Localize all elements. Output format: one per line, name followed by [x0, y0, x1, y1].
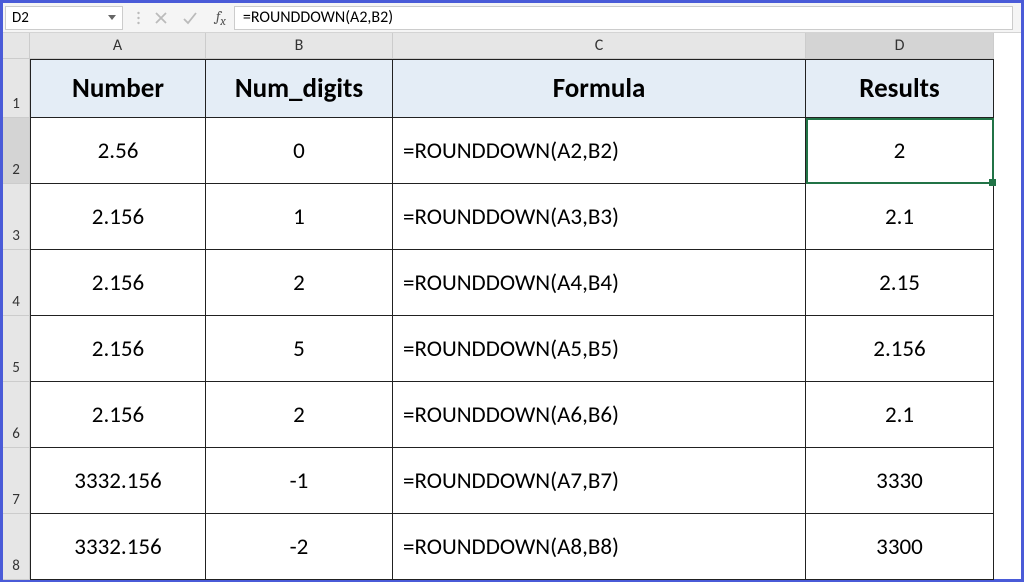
table-row: 3332.156 -1 =ROUNDDOWN(A7,B7) 3330 [30, 448, 1021, 514]
cell-C5[interactable]: =ROUNDDOWN(A5,B5) [393, 316, 806, 382]
cell-B3[interactable]: 1 [206, 184, 393, 250]
cell-A5[interactable]: 2.156 [30, 316, 206, 382]
cell-A4[interactable]: 2.156 [30, 250, 206, 316]
row-header-6[interactable]: 6 [3, 382, 30, 448]
grid-rows: Number Num_digits Formula Results 2.56 0… [30, 59, 1021, 580]
header-row: Number Num_digits Formula Results [30, 59, 1021, 118]
row-header-7[interactable]: 7 [3, 448, 30, 514]
cell-C4[interactable]: =ROUNDDOWN(A4,B4) [393, 250, 806, 316]
col-header-A[interactable]: A [30, 33, 206, 59]
spreadsheet-grid: 1 2 3 4 5 6 7 8 A B C D Number Num_digit… [3, 33, 1021, 580]
row-header-5[interactable]: 5 [3, 316, 30, 382]
cell-B1[interactable]: Num_digits [206, 59, 393, 118]
cell-C8[interactable]: =ROUNDDOWN(A8,B8) [393, 514, 806, 580]
cell-A7[interactable]: 3332.156 [30, 448, 206, 514]
cell-C6[interactable]: =ROUNDDOWN(A6,B6) [393, 382, 806, 448]
cancel-icon[interactable] [154, 11, 168, 25]
formula-bar-value: =ROUNDDOWN(A2,B2) [243, 8, 393, 27]
row-header-1[interactable]: 1 [3, 59, 30, 118]
table-row: 2.156 2 =ROUNDDOWN(A6,B6) 2.1 [30, 382, 1021, 448]
col-header-B[interactable]: B [206, 33, 393, 59]
row-header-4[interactable]: 4 [3, 250, 30, 316]
cell-B6[interactable]: 2 [206, 382, 393, 448]
row-header-2[interactable]: 2 [3, 118, 30, 184]
cell-A6[interactable]: 2.156 [30, 382, 206, 448]
cell-C1[interactable]: Formula [393, 59, 806, 118]
enter-icon[interactable] [182, 11, 198, 25]
cell-C3[interactable]: =ROUNDDOWN(A3,B3) [393, 184, 806, 250]
cell-B8[interactable]: -2 [206, 514, 393, 580]
col-header-D[interactable]: D [806, 33, 994, 59]
cell-A1[interactable]: Number [30, 59, 206, 118]
cell-D4[interactable]: 2.15 [806, 250, 994, 316]
name-box-value: D2 [12, 9, 29, 27]
row-headers: 1 2 3 4 5 6 7 8 [3, 33, 30, 580]
cell-D3[interactable]: 2.1 [806, 184, 994, 250]
cell-B7[interactable]: -1 [206, 448, 393, 514]
col-header-C[interactable]: C [393, 33, 806, 59]
cell-B4[interactable]: 2 [206, 250, 393, 316]
cell-A3[interactable]: 2.156 [30, 184, 206, 250]
cell-D2[interactable]: 2 [806, 118, 994, 184]
cell-D1[interactable]: Results [806, 59, 994, 118]
cell-A2[interactable]: 2.56 [30, 118, 206, 184]
cell-B2[interactable]: 0 [206, 118, 393, 184]
cell-B5[interactable]: 5 [206, 316, 393, 382]
formula-bar-input[interactable]: =ROUNDDOWN(A2,B2) [234, 6, 1013, 30]
cell-D6[interactable]: 2.1 [806, 382, 994, 448]
chevron-down-icon[interactable] [108, 15, 116, 20]
row-header-8[interactable]: 8 [3, 514, 30, 580]
table-row: 2.156 2 =ROUNDDOWN(A4,B4) 2.15 [30, 250, 1021, 316]
dots-icon [137, 11, 140, 25]
formula-bar-buttons [123, 11, 212, 25]
cell-C7[interactable]: =ROUNDDOWN(A7,B7) [393, 448, 806, 514]
select-all-corner[interactable] [3, 33, 30, 59]
table-row: 3332.156 -2 =ROUNDDOWN(A8,B8) 3300 [30, 514, 1021, 580]
cell-D8[interactable]: 3300 [806, 514, 994, 580]
cell-D5[interactable]: 2.156 [806, 316, 994, 382]
cell-A8[interactable]: 3332.156 [30, 514, 206, 580]
cell-C2[interactable]: =ROUNDDOWN(A2,B2) [393, 118, 806, 184]
grid-main: A B C D Number Num_digits Formula Result… [30, 33, 1021, 580]
table-row: 2.56 0 =ROUNDDOWN(A2,B2) 2 [30, 118, 1021, 184]
table-row: 2.156 1 =ROUNDDOWN(A3,B3) 2.1 [30, 184, 1021, 250]
name-box[interactable]: D2 [5, 6, 123, 30]
column-headers: A B C D [30, 33, 1021, 59]
row-header-3[interactable]: 3 [3, 184, 30, 250]
table-row: 2.156 5 =ROUNDDOWN(A5,B5) 2.156 [30, 316, 1021, 382]
cell-D7[interactable]: 3330 [806, 448, 994, 514]
fx-icon[interactable]: fx [212, 7, 234, 29]
formula-bar-row: D2 fx =ROUNDDOWN(A2,B2) [3, 3, 1021, 33]
